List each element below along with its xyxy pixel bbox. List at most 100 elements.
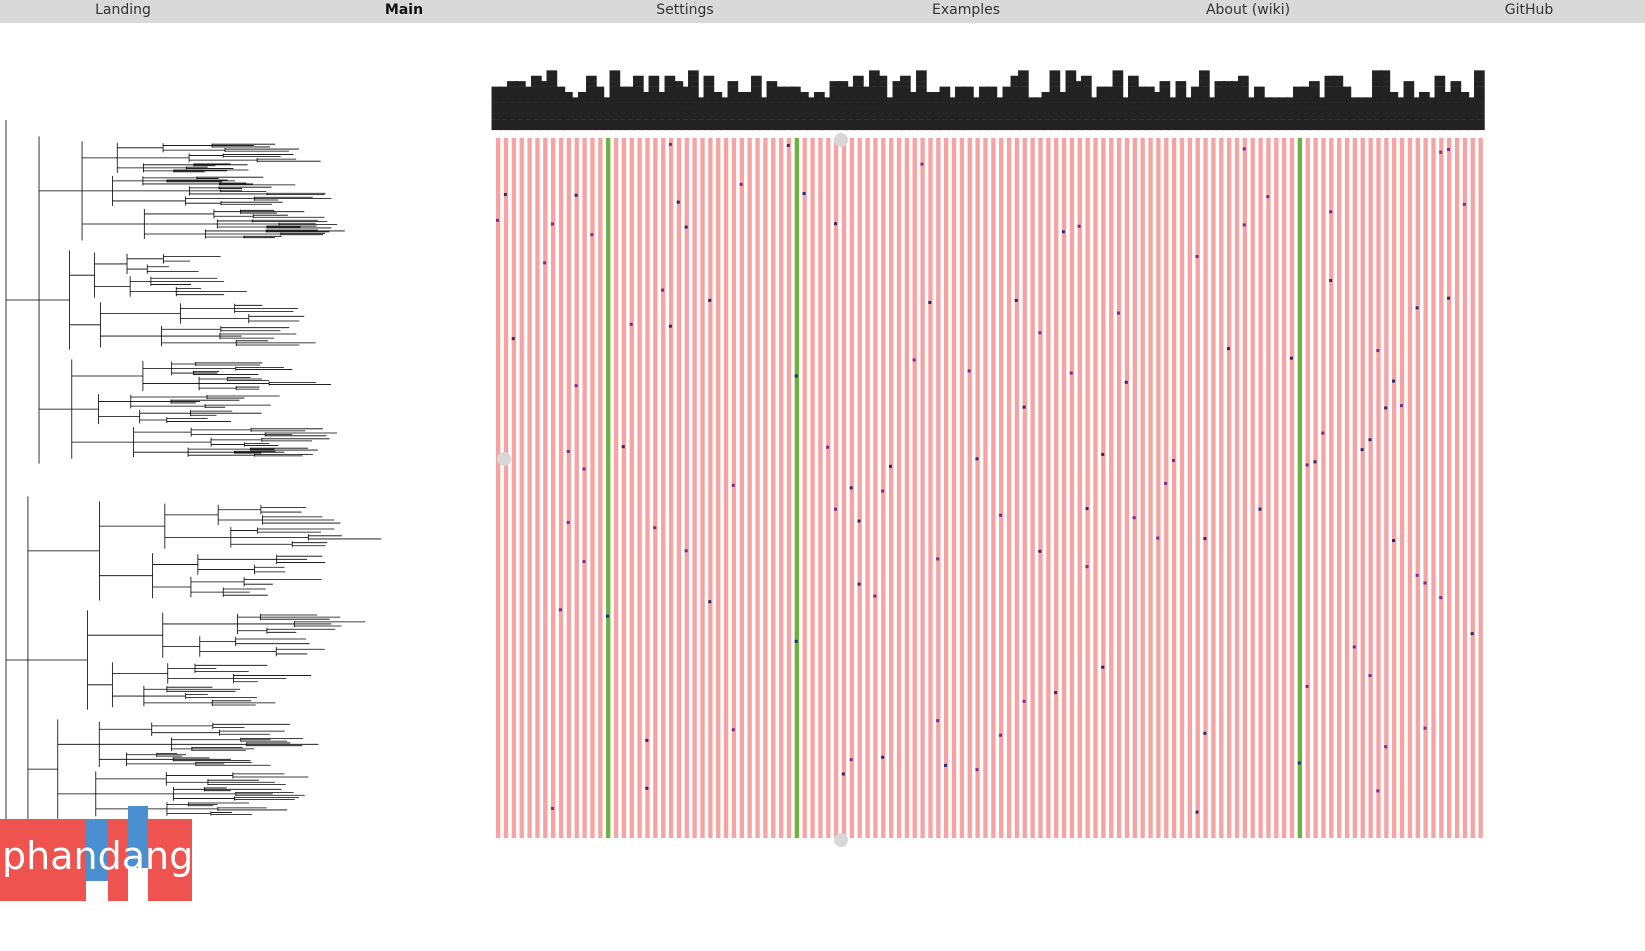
gene-column[interactable] [574, 138, 579, 838]
gene-column[interactable] [1219, 138, 1224, 838]
gene-column[interactable] [1116, 138, 1122, 838]
gene-column[interactable] [1368, 138, 1373, 838]
gene-column[interactable] [676, 138, 682, 838]
gene-column[interactable] [558, 138, 564, 838]
gene-column[interactable] [778, 138, 784, 838]
gene-column[interactable] [841, 138, 847, 838]
gene-column[interactable] [1329, 138, 1334, 838]
gene-column[interactable] [786, 138, 792, 838]
gene-column[interactable] [637, 138, 642, 838]
gene-column[interactable] [645, 138, 650, 838]
nav-examples[interactable]: Examples [932, 2, 1000, 18]
gene-column[interactable] [1164, 138, 1169, 838]
nav-github[interactable]: GitHub [1505, 2, 1554, 18]
gene-column[interactable] [1234, 138, 1240, 838]
nav-about-wiki[interactable]: About (wiki) [1206, 2, 1290, 18]
gene-column[interactable] [983, 138, 988, 838]
gene-column[interactable] [1360, 138, 1365, 838]
gene-column[interactable] [661, 138, 666, 838]
gene-column[interactable] [1132, 138, 1137, 838]
gene-column[interactable] [1046, 138, 1051, 838]
gene-column[interactable] [944, 138, 949, 838]
gene-column[interactable] [1171, 138, 1177, 838]
gene-column[interactable] [582, 138, 587, 838]
gene-column[interactable] [716, 138, 721, 838]
gene-column[interactable] [889, 138, 894, 838]
gene-column[interactable] [1006, 138, 1012, 838]
gene-column[interactable] [1478, 138, 1483, 838]
nav-main[interactable]: Main [385, 2, 423, 18]
gene-column[interactable] [904, 138, 910, 838]
gene-column[interactable] [1431, 138, 1436, 838]
gene-column[interactable] [1392, 138, 1397, 838]
gene-column[interactable] [1101, 138, 1106, 838]
gene-column[interactable] [1313, 138, 1318, 838]
gene-column[interactable] [1321, 138, 1326, 838]
gene-column[interactable] [668, 138, 674, 838]
gene-column[interactable] [755, 138, 760, 838]
gene-column[interactable] [1258, 138, 1263, 838]
gene-column[interactable] [763, 138, 768, 838]
nav-settings[interactable]: Settings [656, 2, 713, 18]
left-resize-handle[interactable] [497, 452, 511, 466]
gene-column[interactable] [928, 138, 933, 838]
gene-presence-absence-panel[interactable]: ████████ ████████ █████████ █████████ ██████… [490, 23, 1570, 883]
gene-column[interactable] [1093, 138, 1098, 838]
gene-column[interactable] [975, 138, 980, 838]
gene-column[interactable] [810, 138, 815, 838]
gene-column[interactable] [896, 138, 902, 838]
gene-column[interactable] [881, 138, 886, 838]
gene-column[interactable] [1211, 138, 1216, 838]
gene-column[interactable] [708, 138, 713, 838]
gene-column[interactable] [1454, 138, 1460, 838]
gene-column[interactable] [535, 138, 540, 838]
gene-column[interactable] [1470, 138, 1475, 838]
gene-presence-absence-matrix[interactable]: ████████████████████████████████████████… [490, 23, 1570, 883]
gene-column[interactable] [1344, 138, 1350, 838]
gene-column[interactable] [833, 138, 839, 838]
gene-column[interactable] [1439, 138, 1444, 838]
gene-column[interactable] [1447, 138, 1452, 838]
phylogenetic-tree[interactable] [0, 80, 470, 880]
gene-column[interactable] [1423, 138, 1428, 838]
gene-column[interactable] [1077, 138, 1082, 838]
gene-column[interactable] [1282, 138, 1287, 838]
bottom-resize-handle[interactable] [834, 833, 848, 847]
gene-column[interactable] [1156, 138, 1161, 838]
gene-column[interactable] [629, 138, 634, 838]
gene-column[interactable] [1407, 138, 1413, 838]
gene-column[interactable] [1289, 138, 1295, 838]
gene-column[interactable] [826, 138, 831, 838]
gene-column[interactable] [865, 138, 870, 838]
gene-column[interactable] [511, 138, 517, 838]
gene-column[interactable] [1140, 138, 1145, 838]
gene-column[interactable] [1462, 138, 1468, 838]
gene-column[interactable] [1305, 138, 1310, 838]
gene-column[interactable] [519, 138, 524, 838]
gene-column[interactable] [747, 138, 752, 838]
gene-column[interactable] [1195, 138, 1200, 838]
phylogenetic-tree-panel[interactable] [0, 80, 470, 880]
gene-column[interactable] [621, 138, 627, 838]
gene-column[interactable] [991, 138, 996, 838]
gene-column[interactable] [692, 138, 697, 838]
nav-landing[interactable]: Landing [95, 2, 151, 18]
gene-column[interactable] [1187, 138, 1193, 838]
gene-column[interactable] [1022, 138, 1027, 838]
gene-column[interactable] [700, 138, 705, 838]
gene-column[interactable] [1124, 138, 1130, 838]
gene-column[interactable] [1376, 138, 1381, 838]
gene-column[interactable] [1337, 138, 1342, 838]
gene-column[interactable] [543, 138, 548, 838]
gene-column[interactable] [1179, 138, 1185, 838]
gene-column[interactable] [1148, 138, 1153, 838]
gene-column[interactable] [598, 138, 603, 838]
gene-column[interactable] [496, 138, 501, 838]
gene-column[interactable] [1266, 138, 1271, 838]
gene-column[interactable] [1038, 138, 1043, 838]
gene-column[interactable] [684, 138, 689, 838]
gene-column[interactable] [1014, 138, 1020, 838]
gene-column[interactable] [920, 138, 925, 838]
gene-column[interactable] [1242, 138, 1248, 838]
gene-column[interactable] [999, 138, 1004, 838]
